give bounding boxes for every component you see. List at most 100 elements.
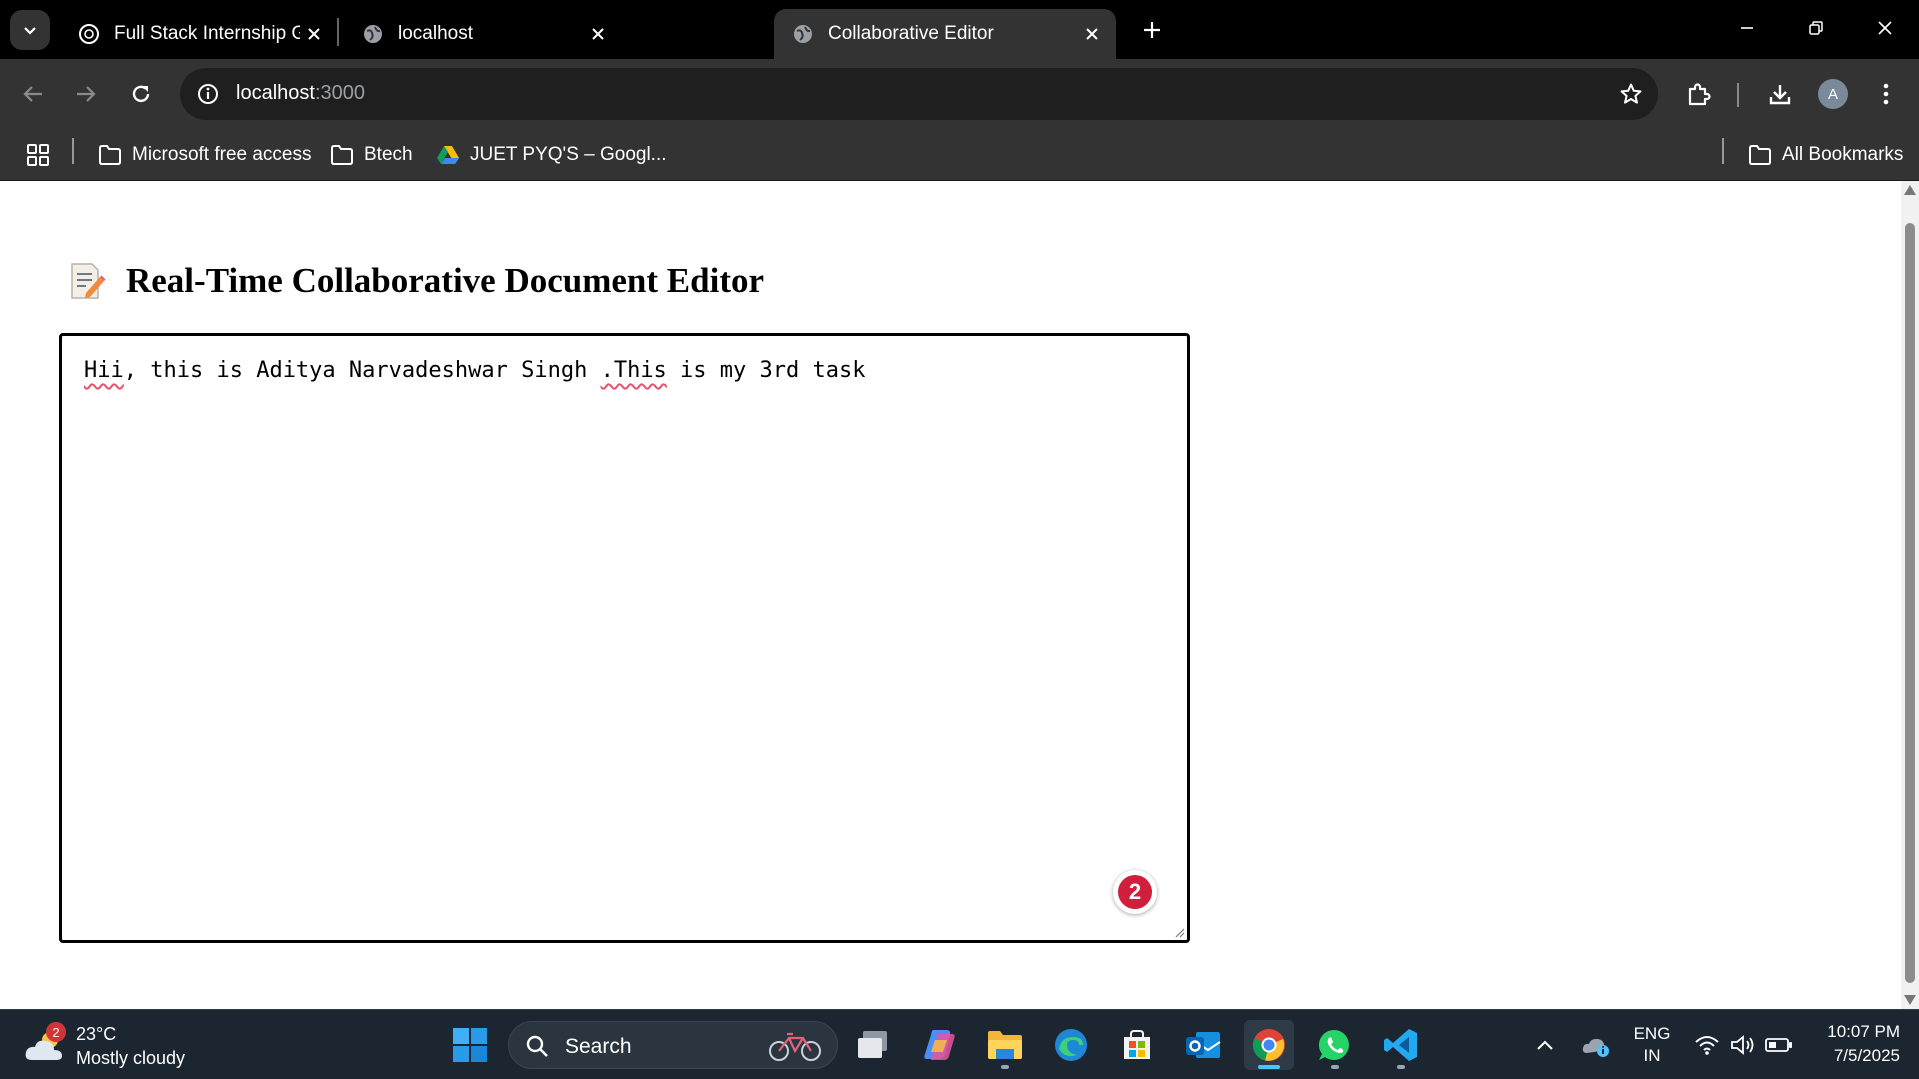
- start-button[interactable]: [445, 1020, 495, 1070]
- tab-close-icon[interactable]: [584, 20, 612, 48]
- edge-app[interactable]: [1046, 1020, 1096, 1070]
- task-view-button[interactable]: [848, 1020, 898, 1070]
- file-explorer-app[interactable]: [980, 1020, 1030, 1070]
- outlook-app[interactable]: [1178, 1020, 1228, 1070]
- chrome-icon: [1252, 1029, 1285, 1061]
- puzzle-icon: [1688, 83, 1711, 106]
- tab-search-button[interactable]: [10, 10, 50, 50]
- windows-logo-icon: [453, 1028, 487, 1062]
- weather-condition: Mostly cloudy: [76, 1048, 186, 1068]
- page-content: Real-Time Collaborative Document Editor …: [0, 181, 1901, 1009]
- browser-menu-button[interactable]: [1866, 74, 1906, 114]
- tab-collaborative-editor[interactable]: Collaborative Editor: [774, 9, 1116, 59]
- forward-button[interactable]: [66, 74, 106, 114]
- edge-icon: [1055, 1029, 1087, 1061]
- bookmarks-separator: [72, 138, 74, 164]
- tab-full-stack-guide[interactable]: Full Stack Internship Guide: [60, 9, 338, 59]
- wifi-icon: [1695, 1036, 1719, 1055]
- tab-close-icon[interactable]: [300, 20, 328, 48]
- tab-close-icon[interactable]: [1078, 20, 1106, 48]
- reload-button[interactable]: [121, 74, 161, 114]
- arrow-left-icon: [23, 86, 42, 102]
- copilot-app[interactable]: [914, 1020, 964, 1070]
- apps-button[interactable]: [26, 140, 60, 170]
- scrollbar-thumb[interactable]: [1905, 223, 1915, 983]
- editor-text-segment: .This: [600, 358, 667, 383]
- running-indicator: [1001, 1065, 1009, 1069]
- chrome-app[interactable]: [1244, 1020, 1294, 1070]
- show-hidden-icons-button[interactable]: [1533, 1020, 1557, 1070]
- downloads-button[interactable]: [1760, 74, 1800, 114]
- bookmarks-bar: Microsoft free access Btech JUET PYQ'S –…: [0, 130, 1919, 181]
- clock-date: 7/5/2025: [1833, 1046, 1900, 1065]
- tab-localhost[interactable]: localhost: [344, 9, 622, 59]
- language-indicator[interactable]: ENG IN: [1628, 1020, 1676, 1070]
- microsoft-store-app[interactable]: [1112, 1020, 1162, 1070]
- address-bar[interactable]: localhost:3000: [180, 68, 1658, 120]
- tab-title: Collaborative Editor: [828, 23, 994, 44]
- bookmark-microsoft-free-access[interactable]: Microsoft free access: [98, 140, 312, 170]
- running-indicator: [1397, 1065, 1405, 1069]
- close-icon: [1878, 21, 1892, 35]
- grammar-extension-badge[interactable]: 2: [1113, 870, 1157, 914]
- active-indicator: [1258, 1065, 1280, 1069]
- language-code: ENG: [1633, 1024, 1671, 1043]
- windows-taskbar: 2 23°C Mostly cloudy Search ENG IN 10:07…: [0, 1009, 1919, 1079]
- all-bookmarks-button[interactable]: All Bookmarks: [1748, 140, 1903, 170]
- new-tab-button[interactable]: [1134, 12, 1170, 48]
- folder-icon: [1749, 145, 1771, 165]
- volume-tray-icon[interactable]: [1728, 1020, 1758, 1070]
- taskbar-clock[interactable]: 10:07 PM 7/5/2025: [1800, 1020, 1900, 1068]
- chevron-up-icon: [1537, 1040, 1553, 1050]
- onedrive-tray-icon[interactable]: [1580, 1020, 1612, 1070]
- whatsapp-app[interactable]: [1310, 1020, 1360, 1070]
- bicycle-icon: [769, 1032, 821, 1061]
- tab-title: localhost: [398, 23, 473, 44]
- globe-icon: [794, 25, 812, 43]
- resize-grip-icon[interactable]: [1173, 926, 1185, 938]
- editor-text-segment: , this is Aditya Narvadeshwar Singh: [123, 358, 601, 383]
- weather-temperature: 23°C: [76, 1024, 117, 1044]
- more-vert-icon: [1883, 83, 1889, 105]
- bookmark-label: Btech: [364, 144, 413, 165]
- wifi-tray-icon[interactable]: [1692, 1020, 1722, 1070]
- speaker-icon: [1731, 1035, 1754, 1055]
- profile-avatar[interactable]: A: [1818, 79, 1848, 109]
- bookmark-label: Microsoft free access: [132, 144, 312, 165]
- scroll-down-arrow-icon[interactable]: [1904, 995, 1916, 1005]
- back-button[interactable]: [13, 74, 53, 114]
- download-icon: [1769, 85, 1791, 105]
- arrow-right-icon: [77, 86, 96, 102]
- scroll-up-arrow-icon[interactable]: [1904, 185, 1916, 195]
- bookmark-btech[interactable]: Btech: [330, 140, 413, 170]
- editor-content[interactable]: Hii, this is Aditya Narvadeshwar Singh .…: [84, 358, 866, 383]
- weather-alert-badge: 2: [46, 1022, 66, 1042]
- search-icon: [526, 1035, 548, 1057]
- bookmark-label: JUET PYQ'S – Googl...: [470, 144, 667, 165]
- browser-tab-strip: Full Stack Internship Guide localhost Co…: [0, 0, 1919, 59]
- close-window-button[interactable]: [1862, 8, 1908, 48]
- apps-grid-icon: [27, 144, 49, 166]
- bookmark-star-icon[interactable]: [1616, 79, 1646, 109]
- cloud-info-icon: [1582, 1038, 1609, 1057]
- editor-text-segment: is my 3rd task: [666, 358, 866, 383]
- site-info-icon[interactable]: [194, 80, 222, 108]
- reload-icon: [132, 85, 150, 103]
- google-drive-icon: [437, 146, 459, 164]
- store-icon: [1124, 1030, 1150, 1059]
- vscode-app[interactable]: [1376, 1020, 1426, 1070]
- document-editor-textarea[interactable]: Hii, this is Aditya Narvadeshwar Singh .…: [59, 333, 1190, 943]
- weather-widget[interactable]: 2 23°C Mostly cloudy: [24, 1020, 224, 1070]
- running-indicator: [1331, 1065, 1339, 1069]
- battery-tray-icon[interactable]: [1764, 1020, 1794, 1070]
- extensions-button[interactable]: [1679, 74, 1719, 114]
- page-scrollbar[interactable]: [1901, 181, 1919, 1009]
- taskbar-search[interactable]: Search: [508, 1021, 838, 1069]
- url-text[interactable]: localhost:3000: [236, 82, 365, 105]
- restore-button[interactable]: [1793, 8, 1839, 48]
- tab-title: Full Stack Internship Guide: [114, 23, 300, 44]
- minimize-button[interactable]: [1724, 8, 1770, 48]
- bookmark-juet-pyqs[interactable]: JUET PYQ'S – Googl...: [436, 140, 667, 170]
- whatsapp-icon: [1318, 1029, 1349, 1060]
- toolbar-separator: [1737, 83, 1739, 107]
